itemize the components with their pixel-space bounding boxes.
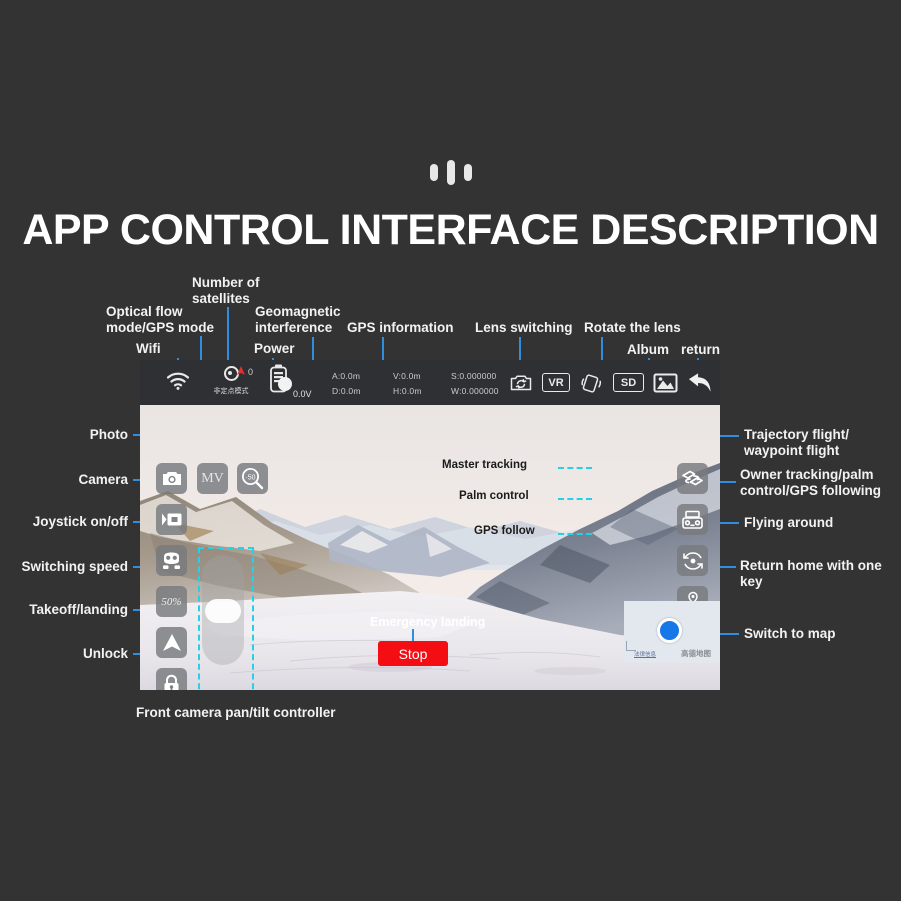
annotation-rotate-the-lens: Rotate the lens [584,320,681,335]
annotation-line: satellites [192,291,250,306]
dot-1 [429,164,438,181]
gps-follow-dash [558,533,592,535]
satellite-count: 0 [248,367,254,377]
label-line: Trajectory flight/ [744,427,850,442]
label-camera: Camera [78,472,128,487]
palm-control-dash [558,498,592,500]
return-icon[interactable] [687,372,712,394]
stop-button[interactable]: Stop [378,641,448,666]
telemetry-longitude: W:0.000000 [451,386,499,396]
label-takeoff-landing: Takeoff/landing [29,602,128,617]
map-widget[interactable]: 法律信息 高德地图 [624,601,720,663]
vr-icon[interactable]: VR [542,373,570,392]
annotation-lens-switching: Lens switching [475,320,573,335]
telemetry-distance: D:0.0m [332,386,361,396]
annotation-return: return [681,342,721,357]
map-location-dot [657,618,682,643]
map-brand-text: 高德地图 [681,649,711,658]
satellite-indicator: 0 [235,366,253,380]
owner-tracking-button[interactable] [677,504,708,535]
annotation-line: Geomagnetic [255,304,341,319]
annotation-wifi: Wifi [136,341,161,356]
photo-button[interactable] [156,463,187,494]
label-switching-speed: Switching speed [21,559,128,574]
sd-card-icon[interactable]: SD [613,373,644,392]
label-line: control/GPS following [740,483,881,498]
joystick-button[interactable] [156,545,187,576]
palm-control-label: Palm control [459,490,529,502]
master-tracking-dash [558,467,592,469]
label-line: Owner tracking/palm [740,467,874,482]
annotation-gps-information: GPS information [347,320,454,335]
annotation-line: interference [255,320,333,335]
telemetry-vertical-speed: V:0.0m [393,371,421,381]
telemetry-altitude: A:0.0m [332,371,361,381]
trajectory-flight-button[interactable] [677,463,708,494]
emergency-landing-label: Emergency landing [370,615,486,629]
app-interface: 非定点模式 0 0.0V A:0.0m D:0.0m V:0.0m H:0.0m… [140,360,720,690]
speed-button[interactable]: 50% [156,586,187,617]
label-joystick: Joystick on/off [32,514,128,529]
camera-button[interactable] [156,504,187,535]
label-line: waypoint flight [744,443,840,458]
annotation-power: Power [254,341,295,356]
annotation-album: Album [627,342,669,357]
wifi-icon[interactable] [165,369,191,391]
telemetry-latitude: S:0.000000 [451,371,497,381]
annotation-optical-flow-gps-mode: Optical flow mode/GPS mode [106,304,214,336]
left-control-column: 50% [156,463,187,690]
master-tracking-label: Master tracking [442,459,528,471]
page-title: APP CONTROL INTERFACE DESCRIPTION [22,206,879,254]
lens-switch-icon[interactable] [508,372,533,394]
label-return-home: Return home with one key [740,558,882,590]
label-switch-to-map: Switch to map [744,626,836,641]
battery-voltage: 0.0V [293,389,312,399]
right-control-column: H [677,463,708,617]
app-status-bar: 非定点模式 0 0.0V A:0.0m D:0.0m V:0.0m H:0.0m… [140,360,720,405]
flow-mode-text: 非定点模式 [213,388,249,395]
mv-button[interactable]: MV [197,463,228,494]
label-line: Return home with one [740,558,882,573]
label-flying-around: Flying around [744,515,834,530]
annotation-number-of-satellites: Number of satellites [192,275,260,307]
battery-indicator: 0.0V [267,364,322,402]
unlock-button[interactable] [156,668,187,690]
svg-text:·50: ·50 [245,475,255,482]
dot-3 [463,164,472,181]
battery-icon [270,364,292,393]
label-trajectory-flight: Trajectory flight/ waypoint flight [744,427,849,459]
annotation-geomagnetic-interference: Geomagnetic interference [255,304,341,336]
decorative-dots [0,160,901,185]
video-feed: 50% MV ·50 Master tracking Palm control … [140,405,720,690]
label-owner-tracking: Owner tracking/palm control/GPS followin… [740,467,881,499]
satellite-icon [237,366,245,375]
annotation-line: Number of [192,275,260,290]
gps-follow-label: GPS follow [474,525,535,537]
takeoff-button[interactable] [156,627,187,658]
flying-around-button[interactable] [677,545,708,576]
label-photo: Photo [89,427,128,442]
zoom-button[interactable]: ·50 [237,463,268,494]
rotate-lens-icon[interactable] [579,372,604,394]
status-bar-actions: VR SD [508,360,712,405]
label-line: key [740,574,763,589]
label-unlock: Unlock [82,646,128,661]
pan-tilt-caption: Front camera pan/tilt controller [136,705,336,720]
dot-2 [446,160,455,185]
album-icon[interactable] [653,372,678,394]
telemetry-horizontal-speed: H:0.0m [393,386,422,396]
annotation-line: mode/GPS mode [106,320,215,335]
map-legal-text[interactable]: 法律信息 [634,650,656,658]
pan-tilt-highlight-box [198,547,254,690]
